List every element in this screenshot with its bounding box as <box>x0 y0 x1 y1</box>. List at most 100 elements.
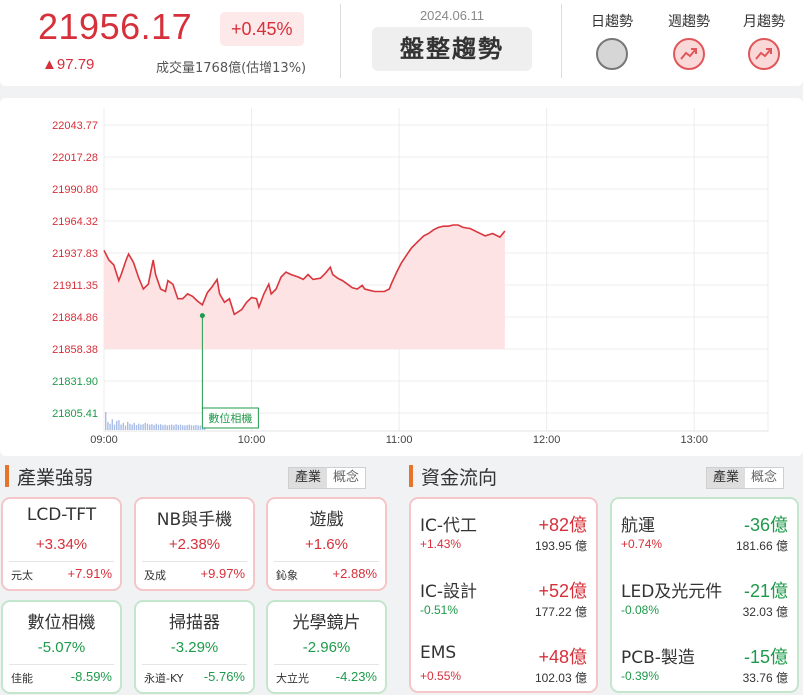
leading-stock-name: 鈊象 <box>276 569 298 582</box>
volume-bar <box>162 425 164 430</box>
volume-bar <box>177 424 179 430</box>
leading-stock-name: 及成 <box>144 569 166 582</box>
volume-bar <box>193 425 195 430</box>
flow-turnover: 33.76 億 <box>742 671 788 685</box>
volume-bar <box>184 425 186 430</box>
volume-bar <box>146 423 149 430</box>
industry-name: 光學鏡片 <box>292 613 361 633</box>
intraday-chart: 22043.77 22017.28 21990.80 21964.32 21937.83… <box>0 98 803 456</box>
flow-pct: +0.74% <box>621 537 663 551</box>
divider <box>274 561 379 562</box>
industry-tile[interactable]: 掃描器 -3.29% 永道-KY -5.76% <box>134 600 255 694</box>
divider <box>142 664 247 665</box>
tab-concept[interactable]: 概念 <box>745 468 783 488</box>
price-area <box>104 225 505 349</box>
industry-tile[interactable]: LCD-TFT +3.34% 元太 +7.91% <box>1 497 122 591</box>
industry-strength-header: 產業強弱 產業 概念 <box>5 463 395 491</box>
y-tick-label: 21884.86 <box>52 312 98 324</box>
flow-row[interactable]: LED及光元件 -21億 -0.08% 32.03 億 <box>612 577 797 641</box>
volume-bar <box>149 424 151 430</box>
flow-amount: -36億 <box>743 515 788 535</box>
y-tick-label: 21858.38 <box>52 344 98 356</box>
x-tick-label: 09:00 <box>90 434 118 446</box>
tab-concept[interactable]: 概念 <box>327 468 365 488</box>
section-marker <box>5 465 9 487</box>
divider <box>274 664 379 665</box>
flow-pct: -0.51% <box>420 603 459 617</box>
volume-bar <box>109 423 111 430</box>
annotation-label: 數位相機 <box>208 411 252 425</box>
monthly-trend-up-icon[interactable] <box>748 38 780 70</box>
weekly-trend-up-icon[interactable] <box>673 38 705 70</box>
x-tick-label: 11:00 <box>386 434 413 446</box>
flow-tab-group: 產業 概念 <box>706 467 784 489</box>
industry-pct: -3.29% <box>170 639 219 656</box>
industry-pct: +1.6% <box>305 536 348 553</box>
flow-amount: +82億 <box>538 515 587 535</box>
y-tick-label: 22043.77 <box>52 120 98 132</box>
volume-bar <box>160 424 162 430</box>
flow-row[interactable]: IC-設計 +52億 -0.51% 177.22 億 <box>411 577 596 641</box>
volume-bar <box>153 424 155 430</box>
volume-bar <box>171 424 173 430</box>
index-price: 21956.17 <box>38 6 193 47</box>
industry-pct: +3.34% <box>35 536 88 553</box>
volume-bar <box>111 419 113 430</box>
leading-stock-pct: -8.59% <box>70 669 112 684</box>
flow-row[interactable]: EMS +48億 +0.55% 102.03 億 <box>411 643 596 695</box>
industry-tile[interactable]: 數位相機 -5.07% 佳能 -8.59% <box>1 600 122 694</box>
industry-tile[interactable]: 光學鏡片 -2.96% 大立光 -4.23% <box>266 600 387 694</box>
volume-bar <box>168 424 171 430</box>
industry-pct: -5.07% <box>37 639 86 656</box>
flow-row[interactable]: PCB-製造 -15億 -0.39% 33.76 億 <box>612 643 797 695</box>
leading-stock-name: 永道-KY <box>144 672 184 685</box>
leading-stock-name: 佳能 <box>11 672 33 685</box>
flow-row[interactable]: IC-代工 +82億 +1.43% 193.95 億 <box>411 511 596 575</box>
leading-stock-name: 大立光 <box>276 672 309 685</box>
flow-amount: -15億 <box>743 647 788 667</box>
leading-stock-name: 元太 <box>11 569 33 582</box>
flow-industry-name: LED及光元件 <box>621 582 723 602</box>
divider <box>142 561 247 562</box>
flow-amount: +48億 <box>538 647 587 667</box>
industry-name: LCD-TFT <box>26 505 97 525</box>
flow-turnover: 102.03 億 <box>534 671 587 685</box>
money-flow-header: 資金流向 產業 概念 <box>409 463 799 491</box>
tab-industry[interactable]: 產業 <box>707 468 745 488</box>
volume-bar <box>186 424 188 430</box>
industry-name: 遊戲 <box>309 510 344 530</box>
volume-bar <box>118 420 120 430</box>
industry-strength-title: 產業強弱 <box>17 467 94 489</box>
volume-bar <box>190 425 193 430</box>
daily-trend-label: 日趨勢 <box>591 14 633 30</box>
volume-bar <box>124 425 127 430</box>
y-tick-label: 21831.90 <box>52 376 98 388</box>
flow-industry-name: 航運 <box>621 516 655 536</box>
industry-name: 掃描器 <box>169 613 220 633</box>
trade-date: 2024.06.11 <box>419 8 485 23</box>
flow-industry-name: IC-代工 <box>420 516 478 536</box>
industry-tile[interactable]: 遊戲 +1.6% 鈊象 +2.88% <box>266 497 387 591</box>
monthly-trend-label: 月趨勢 <box>743 14 785 30</box>
flow-amount: -21億 <box>743 581 788 601</box>
industry-tile[interactable]: NB與手機 +2.38% 及成 +9.97% <box>134 497 255 591</box>
daily-trend-neutral-icon[interactable] <box>596 38 628 70</box>
volume-bar <box>129 423 131 430</box>
index-header: 21956.17 +0.45% ▲97.79 成交量1768億(估增13%) 2… <box>0 0 803 86</box>
volume-bar <box>133 422 135 430</box>
flow-turnover: 193.95 億 <box>534 539 587 553</box>
volume-bar <box>155 423 157 430</box>
volume-bar <box>173 425 175 430</box>
flow-turnover: 181.66 億 <box>735 539 788 553</box>
x-tick-label: 13:00 <box>680 434 708 446</box>
market-trend-title: 盤整趨勢 <box>372 27 532 71</box>
divider <box>9 561 114 562</box>
intraday-chart-svg: 22043.77 22017.28 21990.80 21964.32 21937.83… <box>52 108 769 446</box>
volume-bar <box>135 424 138 430</box>
tab-industry[interactable]: 產業 <box>289 468 327 488</box>
flow-turnover: 32.03 億 <box>742 605 788 619</box>
flow-pct: -0.39% <box>621 669 660 683</box>
flow-turnover: 177.22 億 <box>534 605 587 619</box>
flow-row[interactable]: 航運 -36億 +0.74% 181.66 億 <box>612 511 797 575</box>
y-tick-label: 21911.35 <box>53 280 98 292</box>
